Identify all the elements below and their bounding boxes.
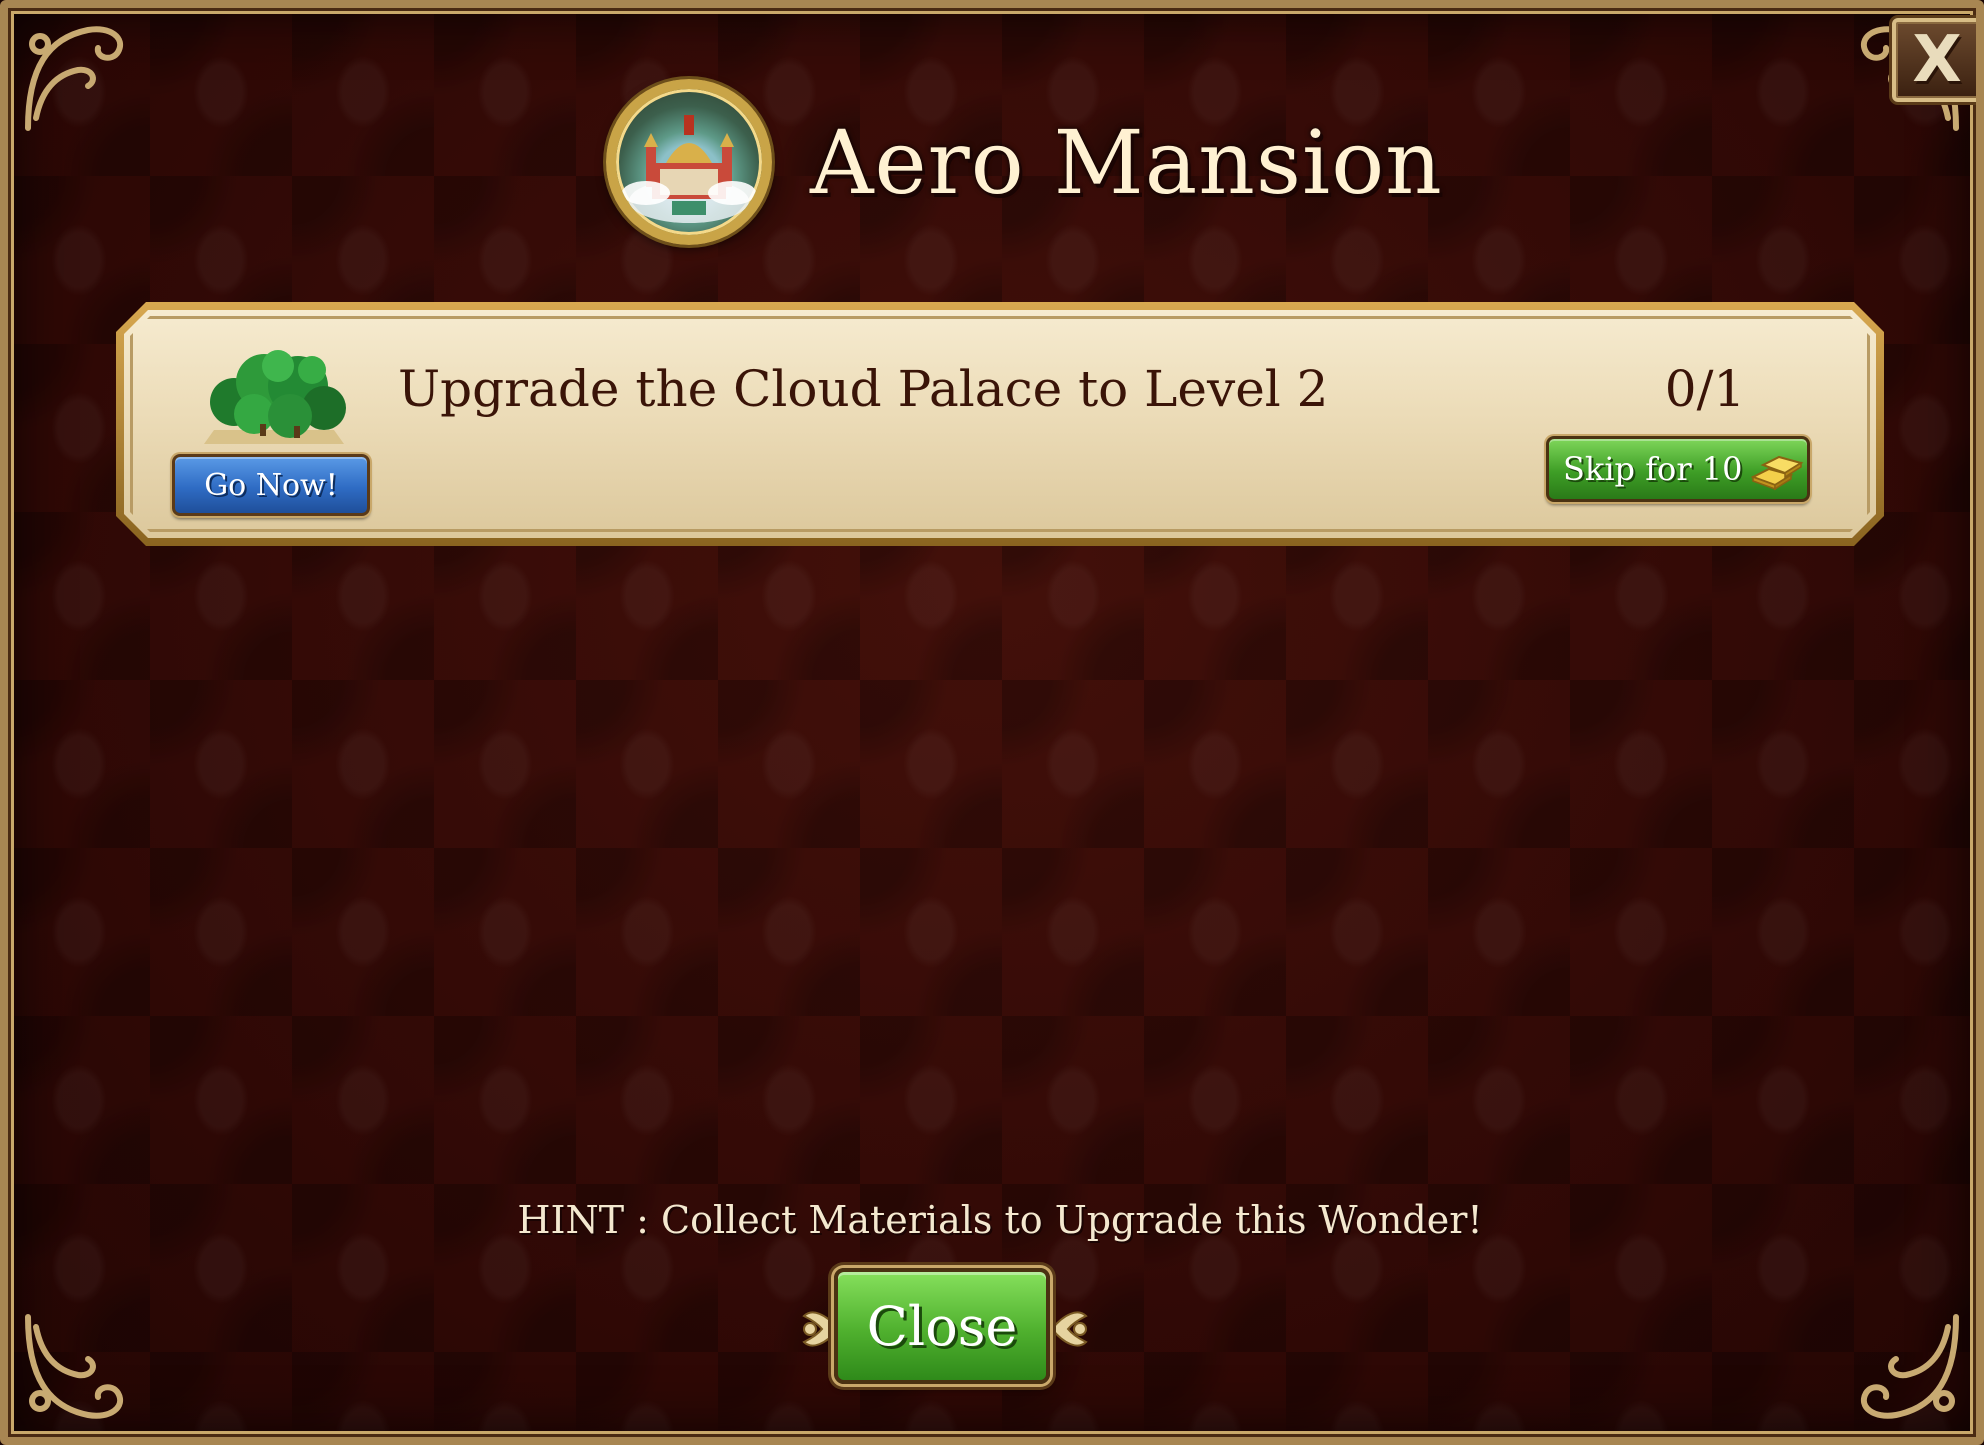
quest-progress: 0/1 xyxy=(1664,360,1746,418)
hint-text: HINT : Collect Materials to Upgrade this… xyxy=(517,1198,1483,1242)
close-dialog-button[interactable]: X xyxy=(1892,18,1976,102)
close-icon: X xyxy=(1912,23,1962,97)
dialog-header: Aero Mansion xyxy=(606,76,1443,248)
corner-ornament-icon xyxy=(18,1307,138,1427)
close-button-label: Close xyxy=(866,1294,1018,1358)
corner-ornament-icon xyxy=(1846,1307,1966,1427)
quest-description: Upgrade the Cloud Palace to Level 2 xyxy=(398,360,1329,418)
dialog-title: Aero Mansion xyxy=(810,110,1443,214)
cloud-palace-trees-icon xyxy=(194,340,354,450)
aero-mansion-building-icon xyxy=(606,79,772,245)
gold-bars-icon xyxy=(1747,447,1805,491)
leaf-ornament-icon xyxy=(1048,1294,1092,1364)
skip-label: Skip for 10 xyxy=(1563,450,1743,488)
skip-button[interactable]: Skip for 10 xyxy=(1546,436,1810,502)
corner-ornament-icon xyxy=(18,18,138,138)
quest-dialog: X Aero Mansion Go Now! Upgrade the Cloud… xyxy=(0,0,1984,1445)
go-now-button[interactable]: Go Now! xyxy=(172,454,370,516)
close-button[interactable]: Close xyxy=(834,1268,1050,1384)
close-button-group: Close xyxy=(792,1264,1092,1390)
go-now-label: Go Now! xyxy=(204,467,338,503)
quest-row: Go Now! Upgrade the Cloud Palace to Leve… xyxy=(116,302,1884,546)
quest-row-background: Go Now! Upgrade the Cloud Palace to Leve… xyxy=(124,310,1876,538)
